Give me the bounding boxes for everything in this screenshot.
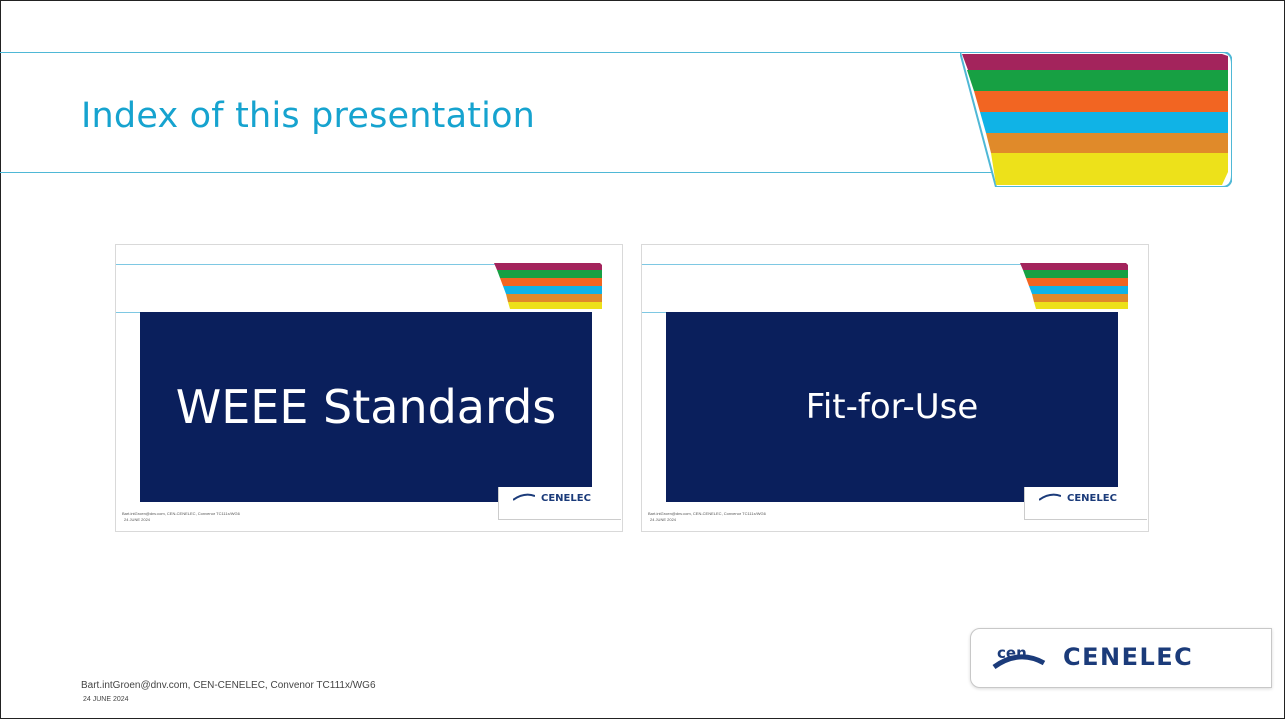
slide-thumbnail-fit-for-use[interactable]: Fit-for-Use CENELEC Bart.intGroen@dnv.co… [641,244,1149,532]
thumbnail-footer-date: 24 JUNE 2024 [124,517,151,522]
thumbnail-footer: Bart.intGroen@dnv.com, CEN-CENELEC, Conv… [122,511,240,523]
thumbnail-label: WEEE Standards [175,380,557,434]
cen-logo-text: cen [997,644,1027,662]
thumbnail-title-box: Fit-for-Use [666,312,1118,502]
footer-text: Bart.intGroen@dnv.com, CEN-CENELEC, Conv… [81,680,376,691]
thumbnail-title-box: WEEE Standards [140,312,592,502]
thumbnail-footer-date: 24 JUNE 2024 [650,517,677,522]
header-bottom-rule [0,172,1020,173]
cen-logo-icon: cen [992,643,1046,673]
slide-thumbnail-weee[interactable]: WEEE Standards CENELEC Bart.intGroen@dnv… [115,244,623,532]
thumbnail-stripes [1020,263,1128,309]
thumbnail-top-rule [642,264,1032,265]
thumbnail-cenelec-logo: CENELEC [498,487,621,520]
slide-title: Index of this presentation [81,96,536,136]
footer-date: 24 JUNE 2024 [83,696,129,703]
thumbnail-logo-text: CENELEC [541,493,591,504]
cenelec-logo-text: CENELEC [1063,643,1194,671]
thumbnail-stripes [494,263,602,309]
header-top-rule [0,52,1050,53]
thumbnail-cenelec-logo: CENELEC [1024,487,1147,520]
thumbnail-top-rule [116,264,506,265]
cen-cenelec-logo: cen CENELEC [970,628,1272,688]
thumbnail-logo-text: CENELEC [1067,493,1117,504]
thumbnail-footer: Bart.intGroen@dnv.com, CEN-CENELEC, Conv… [648,511,766,523]
color-stripes-graphic [960,52,1232,187]
thumbnail-label: Fit-for-Use [805,387,979,427]
